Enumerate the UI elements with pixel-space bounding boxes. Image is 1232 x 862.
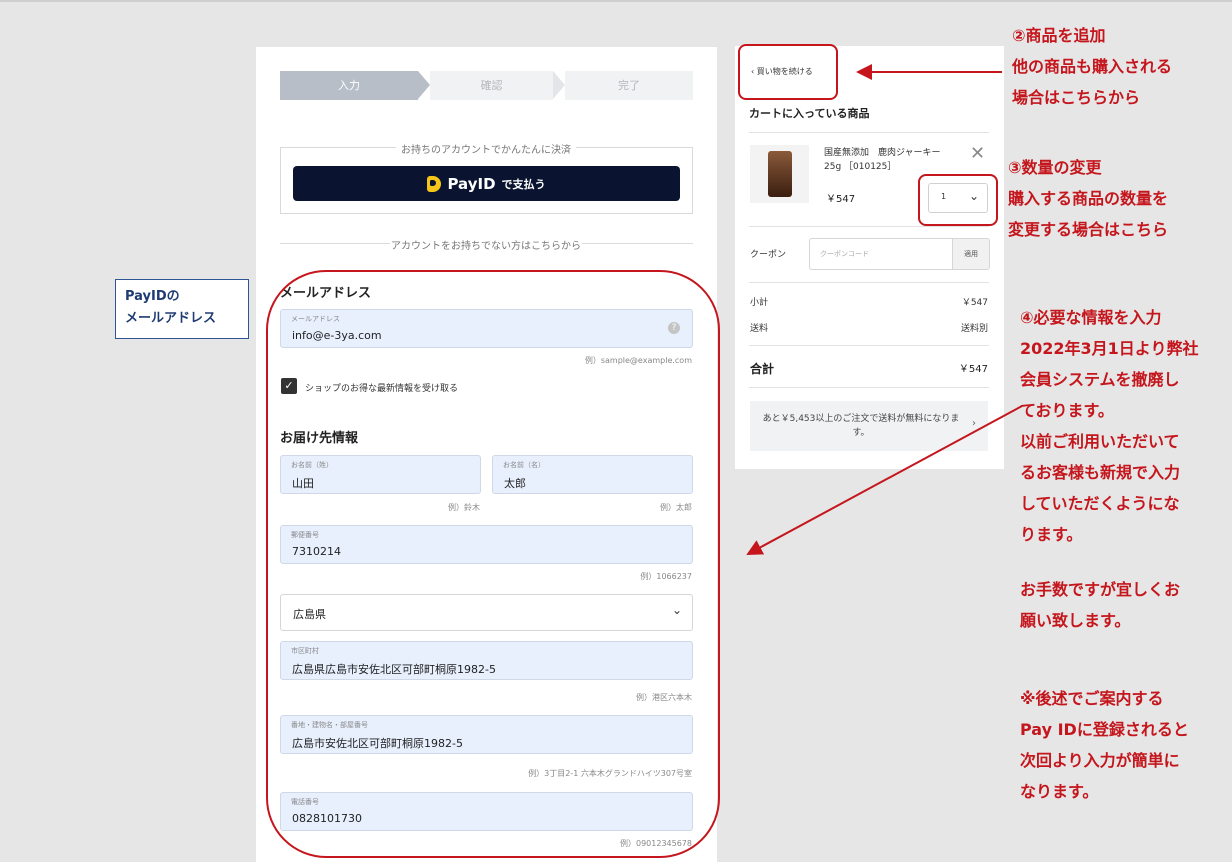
note-add-product: ②商品を追加 他の商品も購入される 場合はこちらから — [1012, 26, 1173, 107]
note-payid: ※後述でご案内する Pay IDに登録されると 次回より入力が簡単に なります。 — [1020, 689, 1189, 801]
arrow-to-form — [746, 405, 1023, 555]
note-enter-info: ④必要な情報を入力 2022年3月1日より弊社 会員システムを撤廃し ております… — [1020, 308, 1199, 544]
note-change-quantity: ③数量の変更 購入する商品の数量を 変更する場合はこちら — [1008, 158, 1169, 239]
note-thanks: お手数ですが宜しくお 願い致します。 — [1020, 580, 1181, 630]
